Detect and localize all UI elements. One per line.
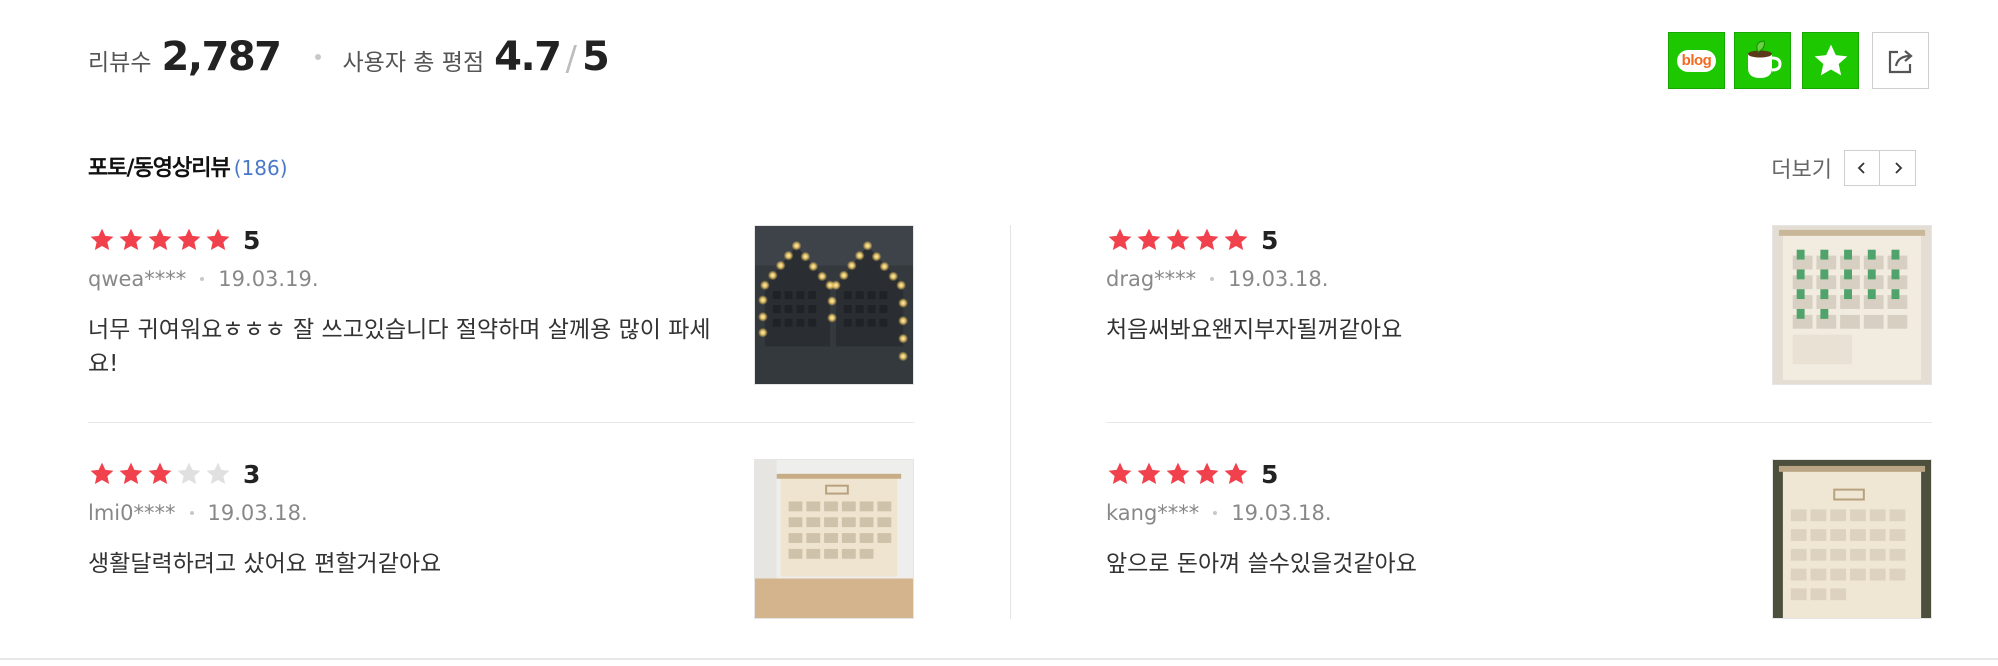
- rating-stars: 3: [88, 459, 260, 489]
- review-meta: qwea**** 19.03.19.: [88, 267, 319, 291]
- blog-icon: blog: [1676, 49, 1717, 72]
- review-card[interactable]: 5 qwea**** 19.03.19. 너무 귀여워요ㅎㅎㅎ 잘 쓰고있습니다…: [88, 225, 914, 387]
- review-date: 19.03.18.: [207, 501, 308, 525]
- review-card[interactable]: 5 kang**** 19.03.18. 앞으로 돈아껴 쓸수있을것같아요: [1106, 459, 1932, 621]
- rating-stars: 5: [88, 225, 260, 255]
- photo-review-header: 포토/동영상리뷰 (186): [88, 150, 288, 182]
- review-text: 너무 귀여워요ㅎㅎㅎ 잘 쓰고있습니다 절약하며 살께용 많이 파세요!: [88, 317, 711, 377]
- rating-stars: 5: [1106, 459, 1278, 489]
- row-divider: [1106, 422, 1932, 423]
- star-filled-icon: [119, 462, 143, 485]
- review-date: 19.03.18.: [1231, 501, 1332, 525]
- review-text: 생활달력하려고 샀어요 편할거같아요: [88, 551, 442, 577]
- star-filled-icon: [1195, 228, 1219, 251]
- calendar-with-notes-photo: [1773, 226, 1931, 384]
- star-filled-icon: [1137, 462, 1161, 485]
- cafe-share-button[interactable]: [1734, 32, 1791, 89]
- star-empty-icon: [206, 462, 230, 485]
- review-user: drag****: [1106, 267, 1197, 291]
- more-link[interactable]: 더보기: [1771, 152, 1832, 184]
- review-count-label: 리뷰수: [88, 50, 152, 76]
- star-filled-icon: [1108, 462, 1132, 485]
- lights-calendar-photo: [755, 226, 913, 384]
- chevron-left-icon: [1857, 162, 1865, 174]
- row-divider: [88, 422, 914, 423]
- more-controls: 더보기: [1771, 150, 1916, 186]
- review-card[interactable]: 3 lmi0**** 19.03.18. 생활달력하려고 샀어요 편할거같아요: [88, 459, 914, 621]
- rating-score: 5: [1261, 459, 1279, 489]
- review-meta: lmi0**** 19.03.18.: [88, 501, 308, 525]
- meta-separator: [1213, 511, 1218, 515]
- star-filled-icon: [1137, 228, 1161, 251]
- rating-score: 5: [243, 225, 261, 255]
- review-photo[interactable]: [1772, 459, 1932, 619]
- review-photo[interactable]: [1772, 225, 1932, 385]
- rating-max: 5: [581, 34, 610, 80]
- star-filled-icon: [90, 228, 114, 251]
- review-photo[interactable]: [754, 225, 914, 385]
- photo-review-count: (186): [233, 156, 288, 180]
- star-filled-icon: [1108, 228, 1132, 251]
- review-count: 2,787: [161, 34, 282, 80]
- chevron-right-icon: [1894, 162, 1902, 174]
- star-filled-icon: [206, 228, 230, 251]
- meta-separator: [189, 511, 194, 515]
- rating-stars: 5: [1106, 225, 1278, 255]
- blog-share-button[interactable]: blog: [1668, 32, 1725, 89]
- coffee-cup-icon: [1747, 39, 1782, 78]
- star-filled-icon: [148, 228, 172, 251]
- share-button[interactable]: [1872, 32, 1929, 89]
- review-user: lmi0****: [88, 501, 176, 525]
- meta-separator: [200, 277, 205, 281]
- section-bottom-border: [0, 658, 1998, 660]
- rating-score: 5: [1261, 225, 1279, 255]
- meta-separator: [1210, 277, 1215, 281]
- star-filled-icon: [177, 228, 201, 251]
- review-text: 처음써봐요왠지부자될꺼같아요: [1106, 317, 1403, 343]
- star-filled-icon: [90, 462, 114, 485]
- column-divider: [1010, 225, 1011, 619]
- star-filled-icon: [148, 462, 172, 485]
- calendar-closeup-photo: [1773, 460, 1931, 618]
- next-page-button[interactable]: [1880, 150, 1916, 186]
- prev-page-button[interactable]: [1844, 150, 1880, 186]
- calendar-on-wall-photo: [755, 460, 913, 618]
- star-empty-icon: [177, 462, 201, 485]
- review-card[interactable]: 5 drag**** 19.03.18. 처음써봐요왠지부자될꺼같아요: [1106, 225, 1932, 387]
- separator-dot: [314, 54, 321, 60]
- photo-review-title: 포토/동영상리뷰: [88, 156, 231, 181]
- star-filled-icon: [119, 228, 143, 251]
- review-date: 19.03.18.: [1228, 267, 1329, 291]
- review-meta: drag**** 19.03.18.: [1106, 267, 1328, 291]
- star-filled-icon: [1195, 462, 1219, 485]
- star-filled-icon: [1224, 228, 1248, 251]
- review-summary: 리뷰수 2,787 사용자 총 평점 4.7 / 5: [88, 34, 610, 84]
- share-out-icon: [1888, 49, 1913, 73]
- review-text: 앞으로 돈아껴 쓸수있을것같아요: [1106, 551, 1417, 577]
- rating-slash: /: [565, 39, 577, 79]
- rating-score: 3: [243, 459, 261, 489]
- star-filled-icon: [1166, 228, 1190, 251]
- review-meta: kang**** 19.03.18.: [1106, 501, 1332, 525]
- review-user: qwea****: [88, 267, 187, 291]
- favorite-share-button[interactable]: [1802, 32, 1859, 89]
- review-photo[interactable]: [754, 459, 914, 619]
- star-filled-icon: [1224, 462, 1248, 485]
- review-user: kang****: [1106, 501, 1200, 525]
- star-filled-icon: [1166, 462, 1190, 485]
- rating-value: 4.7: [494, 34, 562, 80]
- rating-label: 사용자 총 평점: [342, 50, 485, 76]
- review-date: 19.03.19.: [218, 267, 319, 291]
- star-icon: [1814, 44, 1847, 75]
